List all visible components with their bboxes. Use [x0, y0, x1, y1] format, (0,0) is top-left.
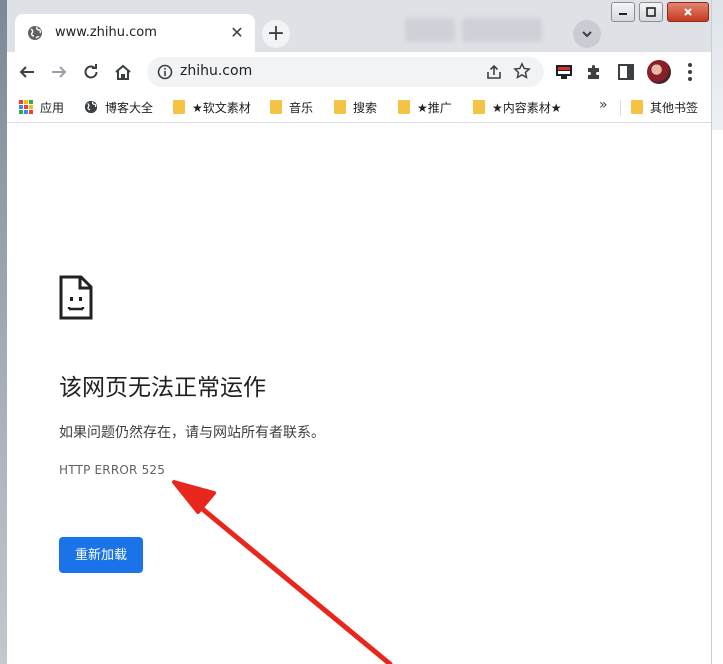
bookmarks-divider — [620, 100, 621, 116]
forward-button[interactable] — [45, 58, 73, 86]
minimize-button[interactable] — [611, 2, 635, 22]
extension-logo-icon — [556, 65, 572, 79]
profile-avatar[interactable] — [647, 60, 671, 84]
back-button[interactable] — [13, 58, 41, 86]
reload-page-button[interactable]: 重新加载 — [59, 537, 143, 573]
forward-arrow-icon — [52, 66, 67, 78]
bookmark-label: 其他书签 — [650, 100, 699, 115]
apps-grid-icon — [19, 100, 33, 114]
bookmark-label: ★软文素材 — [192, 100, 251, 115]
bookmarks-bar: 应用 博客大全 ★软文素材 音乐 搜索 ★推广 ★内容素材★ » 其他书签 — [7, 92, 711, 123]
folder-icon — [334, 100, 346, 114]
extension-button[interactable] — [555, 63, 573, 81]
url-text[interactable]: zhihu.com — [180, 63, 252, 79]
info-icon[interactable] — [157, 64, 173, 80]
error-code: HTTP ERROR 525 — [59, 463, 166, 477]
desktop-backdrop-right — [711, 0, 723, 130]
home-button[interactable] — [109, 58, 137, 86]
bookmarks-overflow-chevron-icon[interactable]: » — [599, 97, 608, 113]
bookmark-folder-music[interactable]: 音乐 — [270, 98, 313, 116]
maximize-button[interactable] — [639, 2, 663, 22]
error-title: 该网页无法正常运作 — [59, 375, 266, 401]
minimize-icon — [619, 13, 627, 15]
bookmark-blog-directory[interactable]: 博客大全 — [84, 98, 153, 116]
tab-search-button[interactable] — [573, 20, 601, 48]
side-panel-button[interactable] — [617, 63, 635, 81]
folder-icon — [398, 100, 410, 114]
more-menu-icon[interactable] — [683, 61, 697, 83]
chevron-down-icon — [582, 31, 592, 38]
tab-active[interactable]: www.zhihu.com ✕ — [15, 14, 255, 52]
globe-icon — [84, 100, 98, 114]
bookmark-label: ★推广 — [417, 100, 452, 115]
share-icon[interactable] — [485, 63, 503, 81]
bookmark-label: 搜索 — [353, 100, 378, 115]
error-description: 如果问题仍然存在，请与网站所有者联系。 — [59, 425, 325, 441]
bookmark-folder-softtext[interactable]: ★软文素材 — [173, 98, 251, 116]
bookmark-folder-promotion[interactable]: ★推广 — [398, 98, 452, 116]
folder-icon — [631, 100, 643, 114]
tab-title: www.zhihu.com — [55, 25, 157, 40]
close-window-button[interactable] — [667, 2, 709, 22]
bookmark-label: 博客大全 — [105, 100, 154, 115]
address-bar[interactable]: zhihu.com — [147, 57, 544, 87]
bookmark-label: 应用 — [40, 100, 65, 115]
globe-icon — [28, 26, 42, 40]
desktop-backdrop — [0, 0, 7, 664]
bookmark-folder-content[interactable]: ★内容素材★ — [473, 98, 562, 116]
extensions-button[interactable] — [585, 63, 603, 81]
bookmark-other[interactable]: 其他书签 — [631, 98, 698, 116]
window-controls — [611, 2, 709, 22]
folder-icon — [473, 100, 485, 114]
error-page: 该网页无法正常运作 如果问题仍然存在，请与网站所有者联系。 HTTP ERROR… — [7, 123, 711, 664]
close-tab-icon[interactable]: ✕ — [227, 23, 247, 43]
new-tab-button[interactable]: + — [262, 20, 290, 48]
browser-window: www.zhihu.com ✕ + zhihu.com 应用 博客大全 ★软文素… — [7, 0, 712, 664]
bookmark-label: 音乐 — [289, 100, 314, 115]
folder-icon — [173, 100, 185, 114]
reload-button[interactable] — [77, 58, 105, 86]
side-panel-icon — [618, 64, 634, 80]
maximize-icon — [646, 7, 656, 17]
home-icon — [115, 64, 131, 80]
sad-page-icon — [59, 275, 93, 320]
puzzle-icon — [588, 65, 599, 79]
blurred-background — [405, 18, 455, 42]
back-arrow-icon — [19, 66, 34, 78]
tab-strip: www.zhihu.com ✕ + — [7, 0, 711, 52]
blurred-background — [462, 18, 542, 42]
bookmark-folder-search[interactable]: 搜索 — [334, 98, 377, 116]
folder-icon — [270, 100, 282, 114]
bookmark-label: ★内容素材★ — [492, 100, 562, 115]
toolbar: zhihu.com — [7, 52, 711, 92]
bookmark-apps[interactable]: 应用 — [19, 98, 64, 116]
close-icon — [684, 8, 692, 16]
reload-icon — [84, 64, 98, 79]
bookmark-star-icon[interactable] — [513, 62, 531, 80]
